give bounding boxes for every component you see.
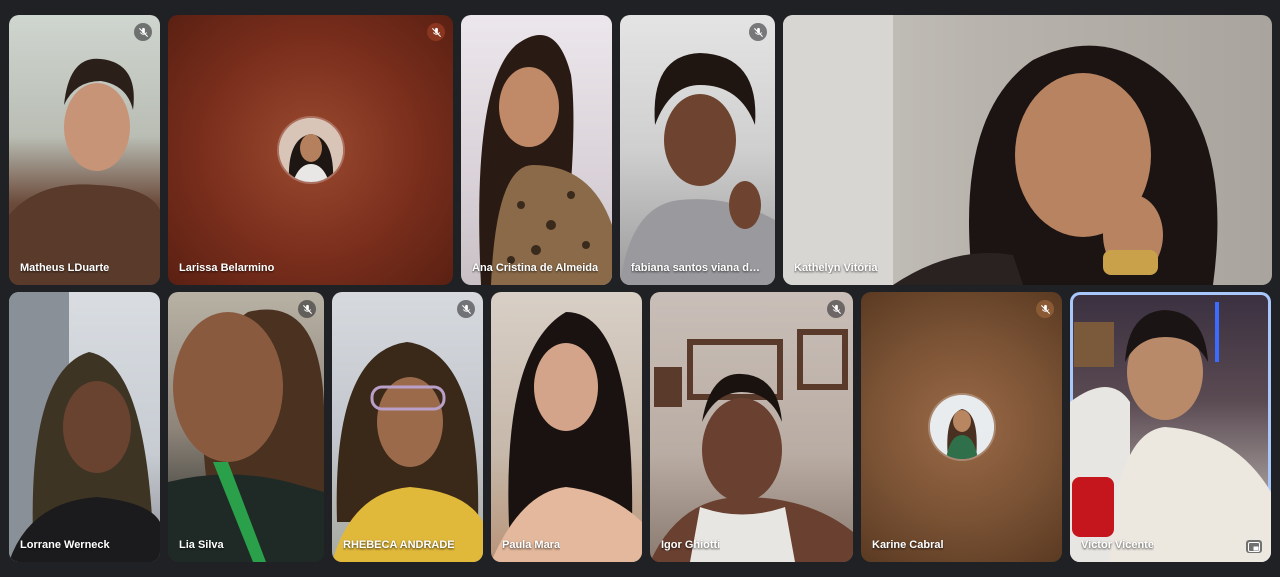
participant-tile-matheus[interactable]: Matheus LDuarte	[9, 15, 160, 285]
participant-tile-lia[interactable]: Lia Silva	[168, 292, 324, 562]
video-feed	[332, 342, 483, 562]
participant-name: Lorrane Werneck	[20, 539, 110, 551]
participant-tile-paula[interactable]: Paula Mara	[491, 292, 642, 562]
mic-off-icon	[1036, 300, 1054, 318]
video-feed	[783, 15, 1218, 285]
video-feed	[479, 35, 612, 285]
participant-tile-larissa[interactable]: Larissa Belarmino	[168, 15, 453, 285]
mic-off-icon	[827, 300, 845, 318]
participant-name: Ana Cristina de Almeida	[472, 262, 599, 274]
participant-name: Matheus LDuarte	[20, 262, 110, 274]
participant-name: RHEBECA ANDRADE	[343, 539, 455, 551]
participant-tile-kathelyn[interactable]: Kathelyn Vitória	[783, 15, 1272, 285]
participant-name: Karine Cabral	[872, 539, 944, 551]
participant-name: Lia Silva	[179, 539, 224, 551]
participant-name: Paula Mara	[502, 539, 561, 551]
participant-tile-fabiana[interactable]: fabiana santos viana da ...	[620, 15, 775, 285]
picture-in-picture-icon[interactable]	[1246, 540, 1262, 553]
participant-tile-karine[interactable]: Karine Cabral	[861, 292, 1062, 562]
participant-name: fabiana santos viana da ...	[631, 262, 762, 274]
mic-off-icon	[457, 300, 475, 318]
mic-off-icon	[427, 23, 445, 41]
participant-tile-rhebeca[interactable]: RHEBECA ANDRADE	[332, 292, 483, 562]
avatar	[929, 395, 994, 459]
video-feed	[650, 329, 853, 562]
mic-off-icon	[749, 23, 767, 41]
participant-name: Victor Vicente	[1081, 539, 1154, 551]
avatar	[278, 118, 343, 182]
mic-off-icon	[134, 23, 152, 41]
video-feed	[168, 309, 324, 562]
video-feed	[1070, 302, 1271, 562]
participant-tile-victor[interactable]: Victor Vicente	[1070, 292, 1271, 562]
video-feed	[9, 292, 160, 562]
participant-tile-lorrane[interactable]: Lorrane Werneck	[9, 292, 160, 562]
participant-name: Larissa Belarmino	[179, 262, 275, 274]
video-feed	[491, 312, 642, 562]
participant-tile-igor[interactable]: Igor Ghiotti	[650, 292, 853, 562]
participant-name: Kathelyn Vitória	[794, 262, 878, 274]
participant-grid: Matheus LDuarte Larissa Belarmino Ana Cr…	[0, 0, 1280, 577]
video-feed	[620, 53, 775, 285]
mic-off-icon	[298, 300, 316, 318]
participant-name: Igor Ghiotti	[661, 539, 721, 551]
participant-tile-ana-cristina[interactable]: Ana Cristina de Almeida	[461, 15, 612, 285]
video-feed	[9, 58, 160, 285]
